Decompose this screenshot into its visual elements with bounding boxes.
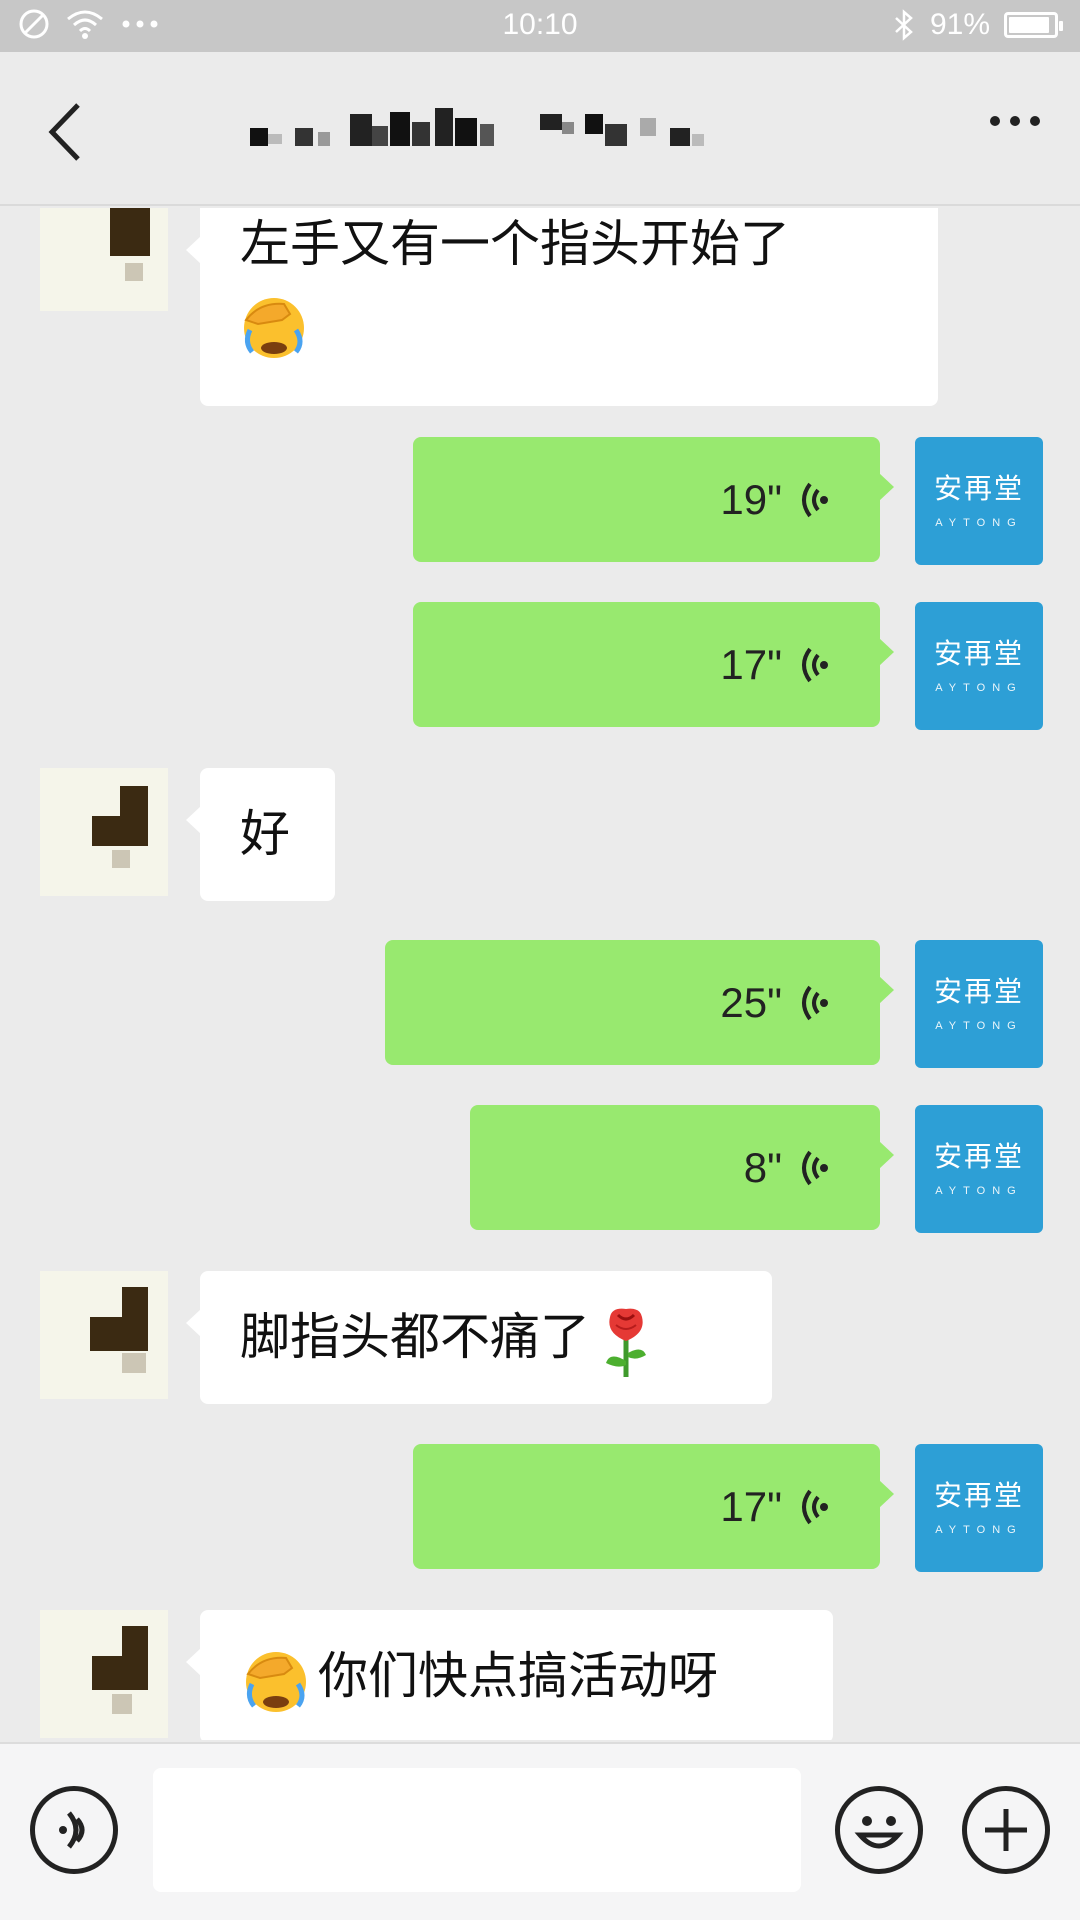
contact-avatar-image (110, 208, 150, 281)
bluetooth-icon (895, 9, 913, 41)
voice-message: 25" (720, 940, 828, 1065)
contact-avatar[interactable] (40, 1271, 168, 1399)
contact-avatar[interactable] (40, 1610, 168, 1738)
voice-duration: 17" (720, 1482, 782, 1530)
avatar-brand-cn: 安再堂 (933, 1140, 1024, 1173)
voice-wave-icon (802, 1489, 828, 1524)
smiley-icon (854, 1816, 904, 1849)
facepalm-emoji-icon (246, 1651, 306, 1712)
message-list[interactable]: 左手又有一个指头开始了 19" 安再堂 AYTONG 17" 安再堂 AYTON… (0, 208, 1080, 1740)
voice-message-bubble[interactable]: 19" (413, 437, 894, 562)
more-dot (1030, 116, 1040, 126)
voice-message: 17" (720, 1444, 828, 1569)
contact-avatar-image (90, 1287, 148, 1373)
battery-percent: 91% (929, 8, 990, 41)
back-button[interactable] (38, 97, 98, 167)
input-bar (0, 1742, 1080, 1920)
contact-avatar-image (92, 1626, 148, 1714)
message-text-row: 脚指头都不痛了 (240, 1297, 656, 1379)
voice-duration: 19" (720, 475, 782, 523)
plus-icon (985, 1809, 1027, 1851)
voice-message-bubble[interactable]: 25" (385, 940, 894, 1065)
chevron-left-icon (48, 103, 80, 161)
rose-emoji-icon (606, 1308, 646, 1377)
my-avatar[interactable]: 安再堂 AYTONG (915, 437, 1043, 565)
voice-input-button[interactable] (30, 1786, 118, 1874)
status-bar: 10:10 91% (0, 0, 1080, 52)
message-text: 好 (240, 805, 290, 863)
message-text: 你们快点搞活动呀 (318, 1647, 718, 1705)
message-input[interactable] (153, 1768, 801, 1892)
emoji-button[interactable] (835, 1786, 923, 1874)
voice-message: 17" (720, 602, 828, 727)
voice-wave-icon (802, 1150, 828, 1185)
more-dot (990, 116, 1000, 126)
avatar-brand-en: AYTONG (935, 1185, 1023, 1197)
chat-title-redacted (250, 108, 704, 146)
message-text: 脚指头都不痛了 (240, 1308, 590, 1366)
voice-message: 19" (720, 437, 828, 562)
message-text: 左手又有一个指头开始了 (240, 215, 790, 273)
message-bubble-incoming[interactable]: 好 (186, 768, 335, 901)
message-bubble-incoming[interactable]: 你们快点搞活动呀 (186, 1610, 833, 1740)
status-right-icons: 91% (892, 8, 1063, 42)
avatar-brand-en: AYTONG (935, 1020, 1023, 1032)
avatar-brand-cn: 安再堂 (933, 472, 1024, 505)
voice-wave-icon (802, 985, 828, 1020)
avatar-brand-en: AYTONG (935, 682, 1023, 694)
avatar-brand-en: AYTONG (935, 1524, 1023, 1536)
my-avatar[interactable]: 安再堂 AYTONG (915, 602, 1043, 730)
avatar-brand-cn: 安再堂 (933, 637, 1024, 670)
message-bubble-incoming[interactable]: 脚指头都不痛了 (186, 1271, 772, 1404)
avatar-brand-cn: 安再堂 (933, 1479, 1024, 1512)
more-dot (1010, 116, 1020, 126)
contact-avatar-image (92, 786, 148, 868)
voice-message-bubble[interactable]: 17" (413, 602, 894, 727)
avatar-brand-cn: 安再堂 (933, 975, 1024, 1008)
voice-duration: 8" (743, 1143, 782, 1191)
battery-level (1009, 17, 1049, 33)
message-bubble-incoming[interactable]: 左手又有一个指头开始了 (186, 208, 938, 406)
my-avatar[interactable]: 安再堂 AYTONG (915, 1105, 1043, 1233)
chat-header (0, 52, 1080, 206)
message-text-row: 你们快点搞活动呀 (240, 1636, 718, 1716)
voice-message-bubble[interactable]: 8" (470, 1105, 894, 1230)
my-avatar[interactable]: 安再堂 AYTONG (915, 1444, 1043, 1572)
voice-input-icon (59, 1811, 85, 1849)
more-options-button[interactable] (990, 116, 1040, 126)
contact-avatar[interactable] (40, 768, 168, 896)
my-avatar[interactable]: 安再堂 AYTONG (915, 940, 1043, 1068)
battery-icon (1004, 12, 1063, 38)
facepalm-emoji-icon (244, 298, 304, 358)
voice-message: 8" (744, 1105, 828, 1230)
avatar-brand-en: AYTONG (935, 517, 1023, 529)
voice-duration: 25" (720, 978, 782, 1026)
contact-avatar[interactable] (40, 208, 168, 311)
voice-duration: 17" (720, 640, 782, 688)
voice-message-bubble[interactable]: 17" (413, 1444, 894, 1569)
voice-wave-icon (802, 647, 828, 682)
more-functions-button[interactable] (962, 1786, 1050, 1874)
voice-wave-icon (802, 482, 828, 517)
